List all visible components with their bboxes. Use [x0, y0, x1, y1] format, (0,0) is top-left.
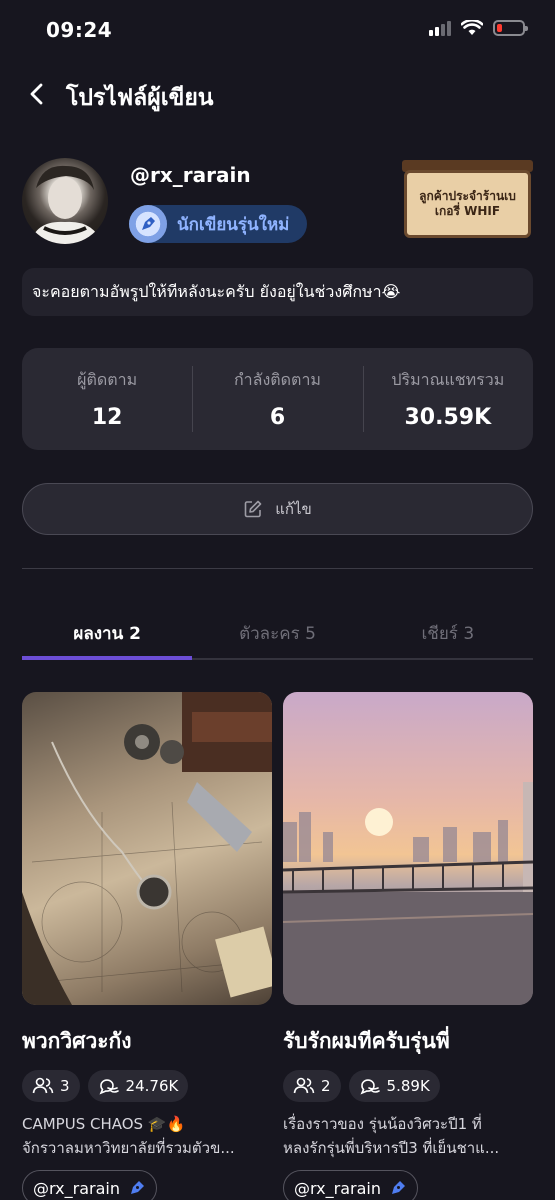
status-icons	[429, 20, 528, 36]
author-name: @rx_rarain	[33, 1178, 120, 1198]
work-card[interactable]: พวกวิศวะกัง 3 24.76K CAMPUS CHAOS 🎓🔥 จัก…	[22, 692, 272, 1200]
work-title: พวกวิศวะกัง	[22, 1029, 132, 1053]
tab-characters[interactable]: ตัวละคร 5	[192, 610, 362, 658]
stat-value: 30.59K	[404, 405, 492, 430]
signal-icon	[429, 20, 451, 36]
stat-followers[interactable]: ผู้ติดตาม 12	[22, 348, 192, 450]
tab-works[interactable]: ผลงาน 2	[22, 610, 193, 660]
badge-label: นักเขียนรุ่นใหม่	[177, 214, 290, 235]
work-description-line1: CAMPUS CHAOS 🎓🔥	[22, 1115, 186, 1133]
members-chip: 3	[22, 1070, 80, 1102]
work-description-line2: จักรวาลมหาวิทยาลัยที่รวมตัวข...	[22, 1139, 235, 1157]
username: @rx_rarain	[130, 163, 251, 187]
tab-cheers[interactable]: เชียร์ 3	[363, 610, 533, 658]
wifi-icon	[461, 20, 483, 35]
members-count: 3	[60, 1077, 70, 1095]
chats-count: 5.89K	[386, 1077, 430, 1095]
back-arrow-icon[interactable]	[24, 80, 52, 108]
work-cover-image[interactable]	[283, 692, 533, 1005]
bio-text: จะคอยตามอัพรูปให้ทีหลังนะครับ ยังอยู่ในช…	[22, 268, 533, 316]
stats-panel: ผู้ติดตาม 12 กำลังติดตาม 6 ปริมาณแชทรวม …	[22, 348, 533, 450]
stat-total-chats: ปริมาณแชทรวม 30.59K	[362, 348, 533, 450]
chats-chip: 5.89K	[348, 1070, 440, 1102]
pen-nib-icon	[129, 205, 167, 243]
work-description-line2: หลงรักรุ่นพี่บริหารปี3 ที่เย็นชาแ...	[283, 1139, 500, 1157]
pen-icon	[130, 1181, 144, 1194]
work-title: รับรักผมทีครับรุ่นพี่	[283, 1029, 450, 1053]
work-cover-image[interactable]	[22, 692, 272, 1005]
chat-bubbles-icon	[360, 1079, 380, 1095]
stat-following[interactable]: กำลังติดตาม 6	[192, 348, 362, 450]
stat-label: ปริมาณแชทรวม	[391, 370, 505, 389]
chats-count: 24.76K	[125, 1077, 179, 1095]
stat-value: 6	[269, 405, 286, 430]
edit-button-label: แก้ไข	[275, 500, 312, 518]
avatar[interactable]	[22, 158, 108, 244]
stat-label: ผู้ติดตาม	[77, 370, 138, 389]
page-title: โปรไฟล์ผู้เขียน	[66, 85, 214, 111]
divider	[22, 568, 533, 569]
members-chip: 2	[283, 1070, 341, 1102]
author-pill[interactable]: @rx_rarain	[283, 1170, 418, 1200]
stat-label: กำลังติดตาม	[233, 370, 321, 389]
content-tabs: ผลงาน 2 ตัวละคร 5 เชียร์ 3	[22, 610, 533, 660]
work-card[interactable]: รับรักผมทีครับรุ่นพี่ 2 5.89K เรื่องราวข…	[283, 692, 533, 1200]
author-name: @rx_rarain	[294, 1178, 381, 1198]
battery-icon	[493, 20, 528, 36]
writer-level-badge: นักเขียนรุ่นใหม่	[129, 205, 307, 243]
author-pill[interactable]: @rx_rarain	[22, 1170, 157, 1200]
status-time: 09:24	[46, 18, 113, 42]
sign-text-line1: ลูกค้าประจำร้านเบ	[419, 189, 516, 203]
edit-profile-button[interactable]: แก้ไข	[22, 483, 533, 535]
members-count: 2	[321, 1077, 331, 1095]
chats-chip: 24.76K	[87, 1070, 189, 1102]
edit-icon	[244, 500, 262, 518]
pen-icon	[391, 1181, 405, 1194]
work-description-line1: เรื่องราวของ รุ่นน้องวิศวะปี1 ที่	[283, 1115, 482, 1133]
users-icon	[293, 1077, 315, 1094]
sign-text-line2: เกอรี่ WHIF	[434, 204, 501, 218]
users-icon	[32, 1077, 54, 1094]
stat-value: 12	[91, 405, 123, 430]
achievement-sign: ลูกค้าประจำร้านเบ เกอรี่ WHIF	[402, 160, 533, 238]
chat-bubbles-icon	[99, 1079, 119, 1095]
